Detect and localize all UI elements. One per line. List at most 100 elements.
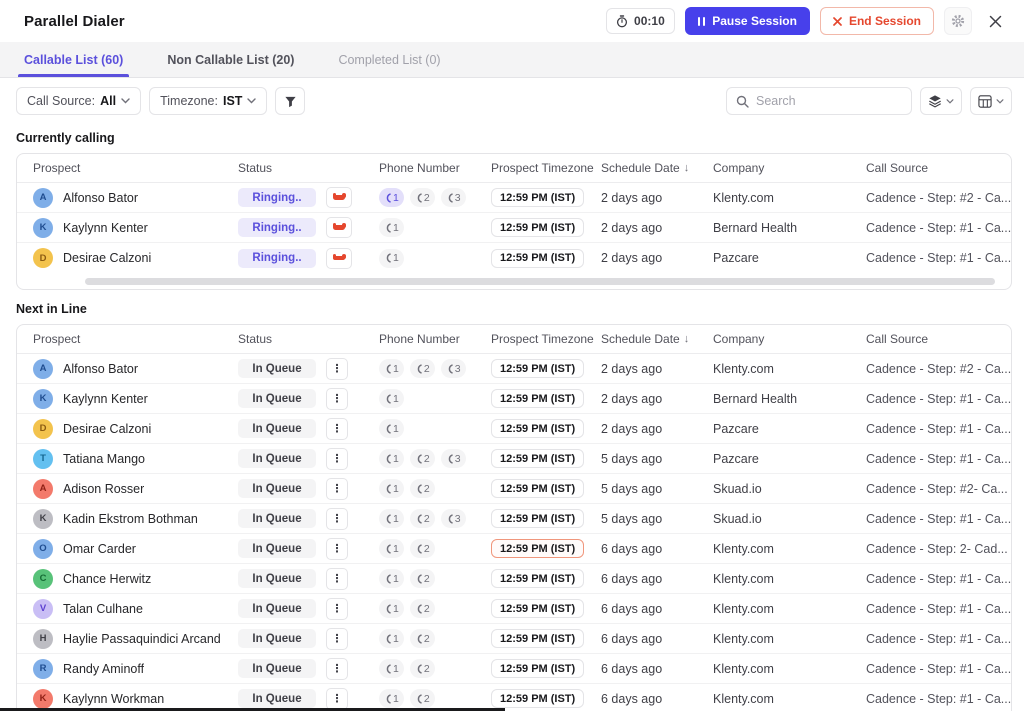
settings-button[interactable] [944,7,972,35]
prospect-name: Desirae Calzoni [63,251,152,265]
end-session-button[interactable]: End Session [819,7,934,35]
pause-session-button[interactable]: Pause Session [684,7,810,35]
call-source: Cadence - Step: #1 - Ca... [866,220,1011,235]
call-source: Cadence - Step: #1 - Ca... [866,511,1011,526]
phone-chip[interactable]: 1 [379,509,404,528]
layers-dropdown-button[interactable] [920,87,962,115]
prospect-name: Omar Carder [63,541,136,556]
phone-chip[interactable]: 3 [440,359,466,378]
horizontal-scrollbar[interactable] [17,273,1011,289]
chevron-down-icon [247,98,257,104]
phone-chip[interactable]: 1 [379,449,404,468]
timezone-filter[interactable]: Timezone: IST [149,87,268,115]
avatar: A [33,358,53,379]
row-menu-button[interactable]: ⋮ [326,357,348,380]
phone-chip[interactable]: 2 [409,599,435,618]
row-menu-button[interactable]: ⋮ [326,567,348,590]
phone-chip[interactable]: 1 [379,569,404,588]
avatar: H [33,628,53,649]
phone-chip[interactable]: 1 [379,419,404,438]
row-menu-button[interactable]: ⋮ [326,537,348,560]
phone-chip[interactable]: 1 [379,689,404,708]
phone-chip[interactable]: 1 [379,188,404,207]
call-source-filter[interactable]: Call Source: All [16,87,142,115]
phone-chip[interactable]: 1 [379,539,404,558]
column-prospect-timezone: Prospect Timezone [491,161,594,175]
column-call-source: Call Source [866,332,929,346]
row-menu-button[interactable]: ⋮ [326,657,348,680]
timezone-badge: 12:59 PM (IST) [491,509,585,528]
prospect-name: Talan Culhane [63,601,143,616]
tab-non-callable-list[interactable]: Non Callable List (20) [167,42,294,77]
columns-dropdown-button[interactable] [970,87,1012,115]
column-schedule-date[interactable]: Schedule Date ↓ [601,332,713,346]
search-icon [736,95,749,108]
tab-completed-list[interactable]: Completed List (0) [338,42,440,77]
page-title: Parallel Dialer [24,12,125,30]
schedule-date: 5 days ago [601,451,663,466]
avatar: A [33,478,53,499]
phone-chip[interactable]: 1 [379,248,404,268]
prospect-name: Kaylynn Workman [63,691,165,706]
prospect-name: Kaylynn Kenter [63,220,148,235]
company: Klenty.com [713,661,774,676]
phone-chip[interactable]: 2 [409,479,435,498]
phone-chip[interactable]: 3 [440,449,466,468]
phone-chip[interactable]: 2 [409,569,435,588]
advanced-filter-button[interactable] [275,87,306,115]
column-company: Company [713,332,765,346]
row-menu-button[interactable]: ⋮ [326,387,348,410]
prospect-name: Adison Rosser [63,481,145,496]
phone-chip[interactable]: 3 [440,188,466,207]
row-menu-button[interactable]: ⋮ [326,597,348,620]
phone-chip[interactable]: 1 [379,659,404,678]
hangup-button[interactable] [326,247,352,269]
phone-chip[interactable]: 2 [409,509,435,528]
phone-chip[interactable]: 2 [409,689,435,708]
phone-chip[interactable]: 1 [379,218,404,237]
row-menu-button[interactable]: ⋮ [326,507,348,530]
hangup-button[interactable] [326,217,352,238]
company: Klenty.com [713,190,774,205]
session-timer: 00:10 [606,8,675,34]
close-button[interactable] [982,8,1008,34]
phone-chip[interactable]: 3 [440,509,466,528]
hangup-button[interactable] [326,187,352,208]
call-source: Cadence - Step: #2 - Ca... [866,361,1011,376]
row-menu-button[interactable]: ⋮ [326,477,348,500]
row-menu-button[interactable]: ⋮ [326,627,348,650]
row-menu-button[interactable]: ⋮ [326,417,348,440]
phone-chip[interactable]: 1 [379,599,404,618]
search-input[interactable] [756,94,902,108]
list-tabs: Callable List (60) Non Callable List (20)… [0,42,1024,78]
phone-chip[interactable]: 1 [379,389,404,408]
phone-chip[interactable]: 2 [409,359,435,378]
status-badge: Ringing.. [238,218,316,237]
timezone-badge: 12:59 PM (IST) [491,359,585,378]
phone-chip[interactable]: 2 [409,659,435,678]
timezone-badge: 12:59 PM (IST) [491,629,585,648]
phone-chip[interactable]: 2 [409,188,435,207]
table-row: V Talan Culhane In Queue ⋮ 1 2 12:59 PM (IST) 6… [17,594,1011,624]
hangup-icon [332,253,346,261]
timezone-badge: 12:59 PM (IST) [491,689,585,708]
avatar: D [33,248,53,268]
phone-chip[interactable]: 2 [409,629,435,648]
table-row: O Omar Carder In Queue ⋮ 1 2 12:59 PM (IST) 6 d… [17,534,1011,564]
phone-chip[interactable]: 1 [379,479,404,498]
row-menu-button[interactable]: ⋮ [326,447,348,470]
row-menu-button[interactable]: ⋮ [326,687,348,710]
phone-chip[interactable]: 1 [379,359,404,378]
table-row: K Kaylynn Kenter In Queue ⋮ 1 12:59 PM (IST) 2… [17,384,1011,414]
tab-callable-list[interactable]: Callable List (60) [17,42,130,77]
call-source: Cadence - Step: #1 - Ca... [866,391,1011,406]
company: Pazcare [713,251,759,265]
scrollbar-thumb[interactable] [85,277,995,285]
column-status: Status [238,332,273,346]
phone-chip[interactable]: 2 [409,539,435,558]
column-schedule-date[interactable]: Schedule Date ↓ [601,161,713,175]
phone-chip[interactable]: 2 [409,449,435,468]
phone-chip[interactable]: 1 [379,629,404,648]
schedule-date: 5 days ago [601,481,663,496]
prospect-name: Kadin Ekstrom Bothman [63,511,198,526]
